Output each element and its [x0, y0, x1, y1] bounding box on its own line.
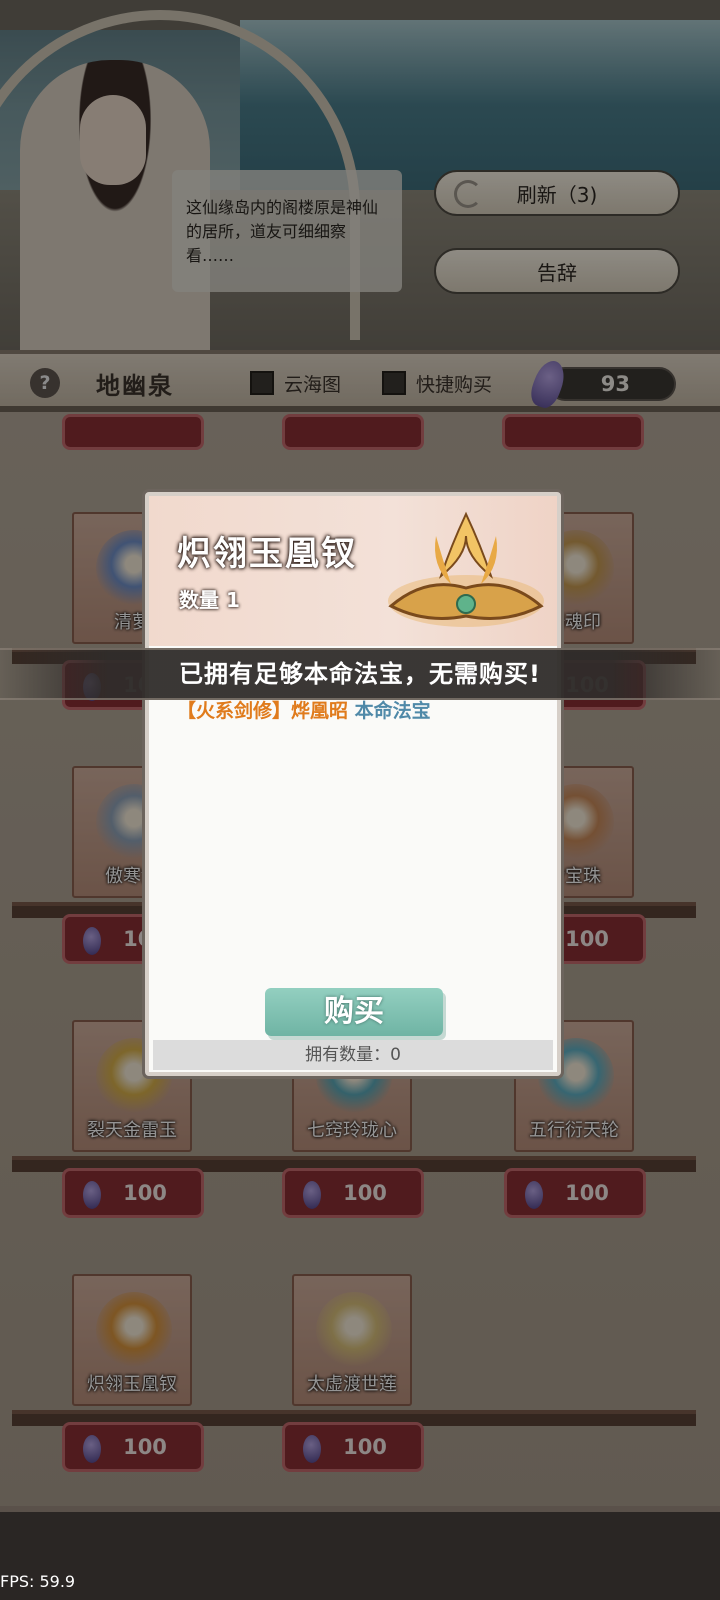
item-title: 炽翎玉凰钗	[177, 534, 357, 574]
buy-button[interactable]: 购买	[265, 988, 443, 1036]
item-owner-tag: 【火系剑修】烨凰昭	[177, 700, 349, 722]
modal-header: 炽翎玉凰钗 数量 1	[149, 496, 557, 646]
item-type-tag: 本命法宝	[348, 700, 431, 722]
toast-message: 已拥有足够本命法宝，无需购买!	[0, 648, 720, 700]
item-quantity: 数量 1	[179, 588, 240, 612]
item-detail-modal: 炽翎玉凰钗 数量 1 【火系剑修】烨凰昭 本命法宝 购买 拥有数量：0	[145, 492, 561, 1076]
game-screen: 这仙缘岛内的阁楼原是神仙的居所，道友可细细察看…… 刷新（3) 告辞 ? 地幽泉…	[0, 0, 720, 1600]
item-tag-line: 【火系剑修】烨凰昭 本命法宝	[177, 696, 431, 723]
phoenix-hairpin-icon	[388, 511, 544, 627]
bottom-bar	[0, 1506, 720, 1600]
owned-count: 拥有数量：0	[153, 1040, 553, 1070]
fps-counter: FPS: 59.9	[0, 1572, 76, 1591]
